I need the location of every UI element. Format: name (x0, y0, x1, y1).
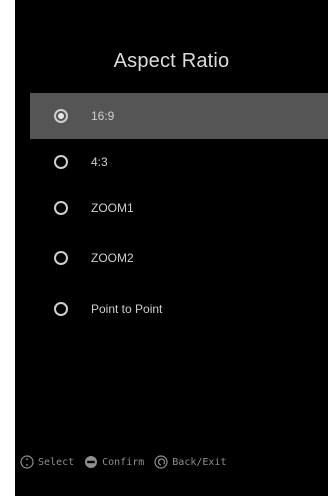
back-hint: Back/Exit (154, 455, 226, 469)
aspect-ratio-panel: Aspect Ratio 16:9 4:3 ZOOM1 ZOOM2 Point … (15, 0, 328, 496)
option-label: 16:9 (91, 109, 115, 123)
radio-icon (54, 251, 68, 265)
option-label: ZOOM2 (91, 251, 134, 265)
back-arrow-icon (154, 455, 168, 469)
confirm-label: Confirm (102, 456, 145, 468)
menu-title: Aspect Ratio (113, 50, 230, 72)
footer-hints: Select Confirm Back/Exit (20, 455, 226, 469)
option-label: ZOOM1 (91, 201, 134, 215)
option-16-9[interactable]: 16:9 (30, 93, 328, 139)
option-point-to-point[interactable]: Point to Point (30, 286, 328, 332)
select-label: Select (38, 456, 75, 468)
option-zoom2[interactable]: ZOOM2 (30, 235, 328, 281)
option-4-3[interactable]: 4:3 (30, 139, 328, 185)
select-hint: Select (20, 455, 74, 469)
radio-icon-selected (54, 109, 68, 123)
radio-icon (54, 201, 68, 215)
radio-icon (54, 155, 68, 169)
back-label: Back/Exit (172, 456, 227, 468)
dpad-icon (20, 455, 34, 469)
enter-icon (85, 456, 98, 468)
radio-icon (54, 302, 68, 316)
option-label: Point to Point (91, 302, 163, 316)
option-label: 4:3 (91, 155, 108, 169)
confirm-hint: Confirm (84, 455, 144, 469)
option-zoom1[interactable]: ZOOM1 (30, 185, 328, 231)
